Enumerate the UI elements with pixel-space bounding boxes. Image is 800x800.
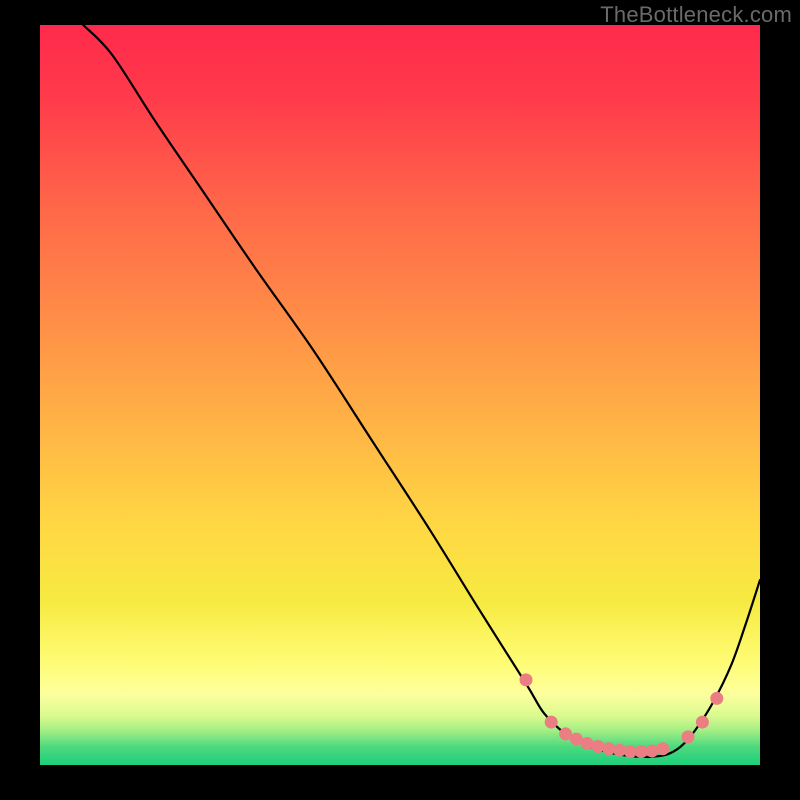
bottleneck-chart — [0, 0, 800, 800]
marker-dot — [545, 716, 558, 729]
marker-dot — [646, 744, 659, 757]
marker-dot — [520, 673, 533, 686]
marker-dot — [682, 730, 695, 743]
marker-dot — [710, 692, 723, 705]
chart-container: TheBottleneck.com — [0, 0, 800, 800]
gradient-background — [40, 25, 760, 765]
marker-dot — [696, 716, 709, 729]
marker-dot — [592, 740, 605, 753]
watermark-text: TheBottleneck.com — [600, 2, 792, 28]
marker-dot — [656, 742, 669, 755]
